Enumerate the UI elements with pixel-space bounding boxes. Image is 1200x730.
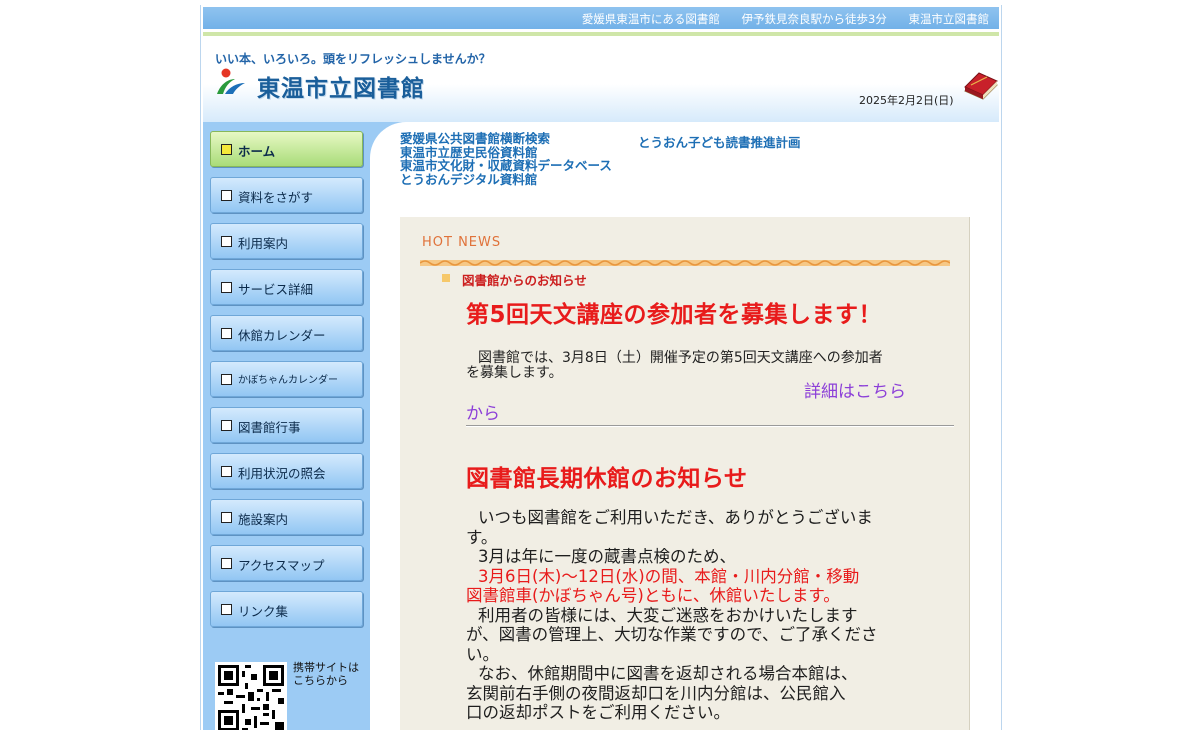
quick-links: 愛媛県公共図書館横断検索 東温市立歴史民俗資料館 東温市文化財・収蔵資料データベ… xyxy=(400,132,612,186)
page-frame: 愛媛県東温市にある図書館 伊予鉄見奈良駅から徒歩3分 東温市立図書館 いい本、い… xyxy=(200,5,1002,730)
body-line: が、図書の管理上、大切な作業ですので、ご了承くださ xyxy=(466,625,878,644)
top-link-location[interactable]: 愛媛県東温市にある図書館 xyxy=(582,12,720,26)
sidebar-item-home[interactable]: ホーム xyxy=(210,131,363,167)
body-line: いつも図書館をご利用いただき、ありがとうございま xyxy=(478,508,873,527)
checkbox-icon xyxy=(221,144,232,155)
sidebar-item-label: サービス詳細 xyxy=(238,282,314,297)
current-date: 2025年2月2日(日) xyxy=(859,94,954,107)
sidebar-item-kabochan-calendar[interactable]: かぼちゃんカレンダー xyxy=(210,361,363,397)
checkbox-icon xyxy=(221,512,232,523)
bullet-icon xyxy=(442,274,450,282)
top-links: 愛媛県東温市にある図書館 伊予鉄見奈良駅から徒歩3分 東温市立図書館 xyxy=(564,11,989,27)
hot-news-panel: HOT NEWS 図書館からのお知らせ 第5回天文講座の参加者を募集します！ 図… xyxy=(400,217,970,730)
hot-news-heading: HOT NEWS xyxy=(422,235,502,250)
checkbox-icon xyxy=(221,236,232,247)
body-line: 図書館では、3月8日（土）開催予定の第5回天文講座への参加者 xyxy=(478,350,883,366)
news-body-closure: いつも図書館をご利用いただき、ありがとうございま す。 3月は年に一度の蔵書点検… xyxy=(466,508,946,723)
checkbox-icon xyxy=(221,282,232,293)
checkbox-icon xyxy=(221,604,232,615)
sidebar-item-usage-status[interactable]: 利用状況の照会 xyxy=(210,453,363,489)
sidebar-item-access-map[interactable]: アクセスマップ xyxy=(210,545,363,581)
link-digital-archive[interactable]: とうおんデジタル資料館 xyxy=(400,172,612,187)
sidebar-item-label: 施設案内 xyxy=(238,512,289,527)
checkbox-icon xyxy=(221,466,232,477)
sidebar-item-events[interactable]: 図書館行事 xyxy=(210,407,363,443)
body-line: 玄関前右手側の夜間返却口を川内分館は、公民館入 xyxy=(466,683,846,703)
red-book-icon xyxy=(964,72,998,100)
mobile-site-text[interactable]: 携帯サイトは こちらから xyxy=(293,661,367,687)
link-children-reading-plan[interactable]: とうおん子ども読書推進計画 xyxy=(638,132,801,151)
site-title[interactable]: 東温市立図書館 xyxy=(257,69,425,103)
sidebar-item-label: 図書館行事 xyxy=(238,420,301,435)
body-line: す。 xyxy=(466,527,498,547)
sidebar-item-links[interactable]: リンク集 xyxy=(210,591,363,627)
checkbox-icon xyxy=(221,558,232,569)
news-divider xyxy=(466,425,954,427)
top-link-library[interactable]: 東温市立図書館 xyxy=(909,12,990,26)
news-title-astronomy: 第5回天文講座の参加者を募集します！ xyxy=(466,302,883,328)
library-logo-icon[interactable] xyxy=(215,67,247,97)
sidebar-item-label: 利用状況の照会 xyxy=(238,466,326,481)
link-prefecture-search[interactable]: 愛媛県公共図書館横断検索 xyxy=(400,132,612,146)
sidebar-item-label: アクセスマップ xyxy=(238,558,325,573)
tagline: いい本、いろいろ。頭をリフレッシュしませんか？ xyxy=(215,52,491,66)
details-link[interactable]: 詳細はこちら xyxy=(804,377,906,402)
news-title-closure: 図書館長期休館のお知らせ xyxy=(466,466,748,492)
body-line: い。 xyxy=(466,644,499,664)
details-link-tail[interactable]: から xyxy=(466,399,500,424)
sidebar-item-search[interactable]: 資料をさがす xyxy=(210,177,363,213)
qr-code-icon[interactable] xyxy=(215,662,287,730)
sidebar-item-label: 利用案内 xyxy=(238,236,289,251)
link-cultural-database[interactable]: 東温市文化財・収蔵資料データベース xyxy=(400,159,612,173)
checkbox-icon xyxy=(221,420,232,431)
sidebar-item-label: かぼちゃんカレンダー xyxy=(238,375,338,386)
body-line-highlight: 3月6日(木)～12日(水)の間、本館・川内分館・移動 xyxy=(478,566,860,586)
sidebar-item-services[interactable]: サービス詳細 xyxy=(210,269,363,305)
checkbox-icon xyxy=(221,374,232,385)
sidebar-item-facilities[interactable]: 施設案内 xyxy=(210,499,363,535)
section-title: 図書館からのお知らせ xyxy=(462,273,587,288)
body-line: 口の返却ポストをご利用ください。 xyxy=(466,703,730,722)
top-bar: 愛媛県東温市にある図書館 伊予鉄見奈良駅から徒歩3分 東温市立図書館 xyxy=(203,7,999,29)
sidebar-item-closed-calendar[interactable]: 休館カレンダー xyxy=(210,315,363,351)
body-line: なお、休館期間中に図書を返却される場合本館は、 xyxy=(478,664,858,683)
checkbox-icon xyxy=(221,190,232,201)
top-divider xyxy=(203,32,999,36)
sidebar-item-label: 資料をさがす xyxy=(238,190,314,205)
top-link-access[interactable]: 伊予鉄見奈良駅から徒歩3分 xyxy=(742,12,887,26)
checkbox-icon xyxy=(221,328,232,339)
body-line: 利用者の皆様には、大変ご迷惑をおかけいたします xyxy=(478,605,858,625)
wavy-divider xyxy=(420,260,950,266)
body-line: 3月は年に一度の蔵書点検のため、 xyxy=(478,547,736,566)
sidebar-item-label: リンク集 xyxy=(238,604,289,619)
sidebar-item-label: ホーム xyxy=(238,144,276,159)
sidebar: ホーム 資料をさがす 利用案内 サービス詳細 休館カレンダー かぼちゃんカレンダ… xyxy=(203,122,370,730)
sidebar-item-guide[interactable]: 利用案内 xyxy=(210,223,363,259)
site-header: いい本、いろいろ。頭をリフレッシュしませんか？ 東温市立図書館 2025年2月2… xyxy=(203,38,999,122)
link-history-museum[interactable]: 東温市立歴史民俗資料館 xyxy=(400,145,612,160)
body-line-highlight: 図書館車(かぼちゃん号)ともに、休館いたします。 xyxy=(466,586,840,605)
sidebar-item-label: 休館カレンダー xyxy=(238,328,326,343)
